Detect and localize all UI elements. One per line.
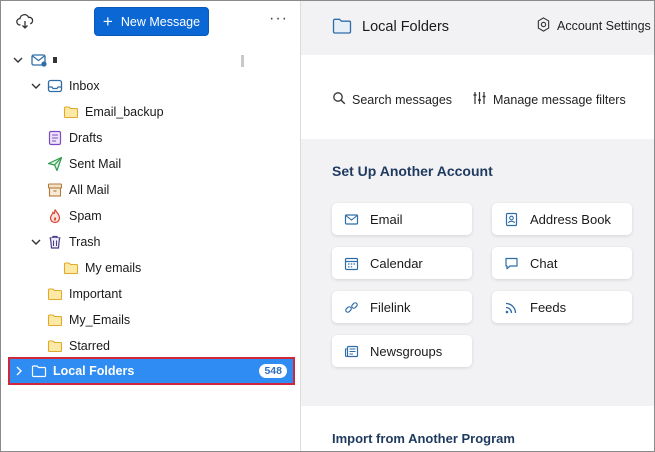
account-redacted-mark: [241, 55, 244, 67]
folder-label-spam: Spam: [69, 209, 102, 223]
folder-row-local-folders[interactable]: Local Folders 548: [8, 357, 295, 385]
folder-row-sent[interactable]: Sent Mail: [1, 151, 301, 177]
envelope-icon: [344, 212, 359, 227]
app-window: + New Message ··· Inbox Email_backup Dra…: [0, 0, 655, 452]
folder-row-spam[interactable]: Spam: [1, 203, 301, 229]
unread-count-badge: 548: [259, 364, 287, 378]
chat-bubble-icon: [504, 256, 519, 271]
folder-row-starred[interactable]: Starred: [1, 333, 301, 359]
setup-chat-button[interactable]: Chat: [492, 247, 632, 279]
archive-box-icon: [47, 182, 63, 198]
rss-feed-icon: [504, 300, 519, 315]
filter-sliders-icon: [472, 91, 487, 108]
plus-icon: +: [102, 11, 113, 31]
setup-filelink-label: Filelink: [370, 300, 411, 315]
setup-chat-label: Chat: [530, 256, 558, 271]
folder-label-inbox: Inbox: [69, 79, 100, 93]
import-section-title: Import from Another Program: [332, 431, 515, 446]
page-title: Local Folders: [362, 19, 450, 35]
folder-row-drafts[interactable]: Drafts: [1, 125, 301, 151]
ellipsis-icon[interactable]: ···: [269, 10, 288, 28]
setup-email-button[interactable]: Email: [332, 203, 472, 235]
account-settings-button[interactable]: Account Settings: [536, 17, 651, 35]
folder-label-my-emails-2: My_Emails: [69, 313, 131, 327]
newspaper-icon: [344, 344, 359, 359]
folder-row-inbox[interactable]: Inbox: [1, 73, 301, 99]
chevron-right-icon[interactable]: [13, 365, 25, 377]
setup-address-book-label: Address Book: [530, 212, 611, 227]
account-header: Local Folders Account Settings: [301, 1, 654, 55]
drafts-icon: [47, 130, 63, 146]
setup-filelink-button[interactable]: Filelink: [332, 291, 472, 323]
folder-pane: + New Message ··· Inbox Email_backup Dra…: [1, 1, 301, 451]
account-settings-label: Account Settings: [557, 19, 651, 33]
account-central-pane: Local Folders Account Settings Search me…: [301, 1, 654, 451]
manage-filters-button[interactable]: Manage message filters: [472, 91, 626, 108]
folder-row-all-mail[interactable]: All Mail: [1, 177, 301, 203]
folder-label-email-backup: Email_backup: [85, 105, 164, 119]
manage-filters-label: Manage message filters: [493, 92, 626, 107]
new-message-button[interactable]: + New Message: [94, 7, 209, 36]
link-icon: [344, 300, 359, 315]
setup-address-book-button[interactable]: Address Book: [492, 203, 632, 235]
setup-section-title: Set Up Another Account: [332, 163, 493, 179]
setup-newsgroups-button[interactable]: Newsgroups: [332, 335, 472, 367]
folder-row-account[interactable]: [1, 47, 301, 73]
folder-icon: [47, 312, 63, 328]
search-messages-button[interactable]: Search messages: [332, 91, 452, 108]
folder-row-trash[interactable]: Trash: [1, 229, 301, 255]
actions-card: Search messages Manage message filters: [301, 55, 654, 139]
chevron-down-icon[interactable]: [30, 80, 42, 92]
folder-label-my-emails: My emails: [85, 261, 142, 275]
chevron-down-icon[interactable]: [30, 236, 42, 248]
setup-feeds-button[interactable]: Feeds: [492, 291, 632, 323]
trash-icon: [47, 234, 63, 250]
folder-row-my-emails-2[interactable]: My_Emails: [1, 307, 301, 333]
address-book-icon: [504, 212, 519, 227]
send-icon: [47, 156, 63, 172]
folder-icon: [332, 17, 352, 35]
setup-email-label: Email: [370, 212, 403, 227]
folder-icon: [47, 286, 63, 302]
search-messages-label: Search messages: [352, 92, 453, 107]
calendar-icon: [344, 256, 359, 271]
folder-label-sent: Sent Mail: [69, 157, 122, 171]
new-message-label: New Message: [120, 14, 201, 29]
setup-newsgroups-label: Newsgroups: [370, 344, 443, 359]
chevron-down-icon[interactable]: [12, 54, 24, 66]
inbox-icon: [47, 78, 63, 94]
account-mail-icon: [31, 52, 47, 68]
search-icon: [332, 91, 346, 108]
folder-label-drafts: Drafts: [69, 131, 103, 145]
folder-label-starred: Starred: [69, 339, 110, 353]
cloud-download-icon[interactable]: [15, 12, 35, 32]
setup-calendar-label: Calendar: [370, 256, 423, 271]
folder-icon: [31, 363, 47, 379]
folder-label-local-folders: Local Folders: [53, 364, 135, 378]
flame-icon: [47, 208, 63, 224]
folder-label-important: Important: [69, 287, 122, 301]
gear-icon: [536, 17, 551, 35]
folder-label-trash: Trash: [69, 235, 101, 249]
folder-icon: [63, 104, 79, 120]
account-name-redacted: [53, 57, 57, 63]
folder-icon: [47, 338, 63, 354]
folder-row-my-emails[interactable]: My emails: [1, 255, 301, 281]
folder-label-all-mail: All Mail: [69, 183, 110, 197]
folder-icon: [63, 260, 79, 276]
setup-feeds-label: Feeds: [530, 300, 567, 315]
import-section: Import from Another Program: [301, 406, 654, 451]
folder-row-important[interactable]: Important: [1, 281, 301, 307]
setup-calendar-button[interactable]: Calendar: [332, 247, 472, 279]
folder-row-email-backup[interactable]: Email_backup: [1, 99, 301, 125]
